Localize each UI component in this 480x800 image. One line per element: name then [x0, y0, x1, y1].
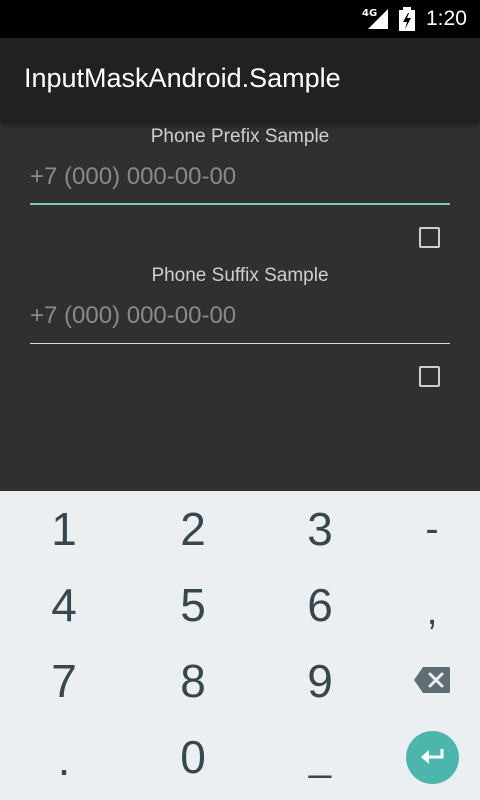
key-5[interactable]: 5 — [133, 567, 253, 643]
key-2[interactable]: 2 — [133, 491, 253, 567]
prefix-checkbox[interactable] — [419, 227, 440, 248]
suffix-input-underline — [30, 343, 450, 344]
prefix-input-underline — [30, 203, 450, 205]
key-8[interactable]: 8 — [133, 643, 253, 719]
key-underscore[interactable]: _ — [260, 719, 380, 795]
suffix-checkbox[interactable] — [419, 366, 440, 387]
key-period[interactable]: . — [4, 721, 124, 797]
signal-icon — [368, 9, 388, 29]
key-3[interactable]: 3 — [260, 491, 380, 567]
app-title: InputMaskAndroid.Sample — [24, 63, 341, 93]
numeric-keyboard: 1 2 3 - 4 5 6 , 7 8 9 . 0 _ — [0, 491, 480, 800]
key-dash[interactable]: - — [372, 491, 480, 567]
status-bar: 4G 1:20 — [0, 0, 480, 38]
key-1[interactable]: 1 — [4, 491, 124, 567]
main-content: Phone Prefix Sample Phone Suffix Sample — [0, 122, 480, 491]
backspace-icon[interactable] — [413, 666, 451, 694]
key-comma[interactable]: , — [372, 573, 480, 649]
enter-arrow-icon — [421, 749, 444, 764]
key-9[interactable]: 9 — [260, 643, 380, 719]
key-7[interactable]: 7 — [4, 643, 124, 719]
key-4[interactable]: 4 — [4, 567, 124, 643]
key-6[interactable]: 6 — [260, 567, 380, 643]
key-0[interactable]: 0 — [133, 719, 253, 795]
clock: 1:20 — [426, 7, 467, 30]
prefix-sample-label: Phone Prefix Sample — [150, 126, 330, 147]
enter-button[interactable] — [406, 731, 459, 784]
app-bar: InputMaskAndroid.Sample — [0, 38, 480, 122]
suffix-phone-input[interactable] — [30, 296, 450, 336]
suffix-sample-label: Phone Suffix Sample — [151, 265, 329, 286]
prefix-phone-input[interactable] — [30, 157, 450, 197]
battery-charging-icon — [399, 7, 415, 31]
